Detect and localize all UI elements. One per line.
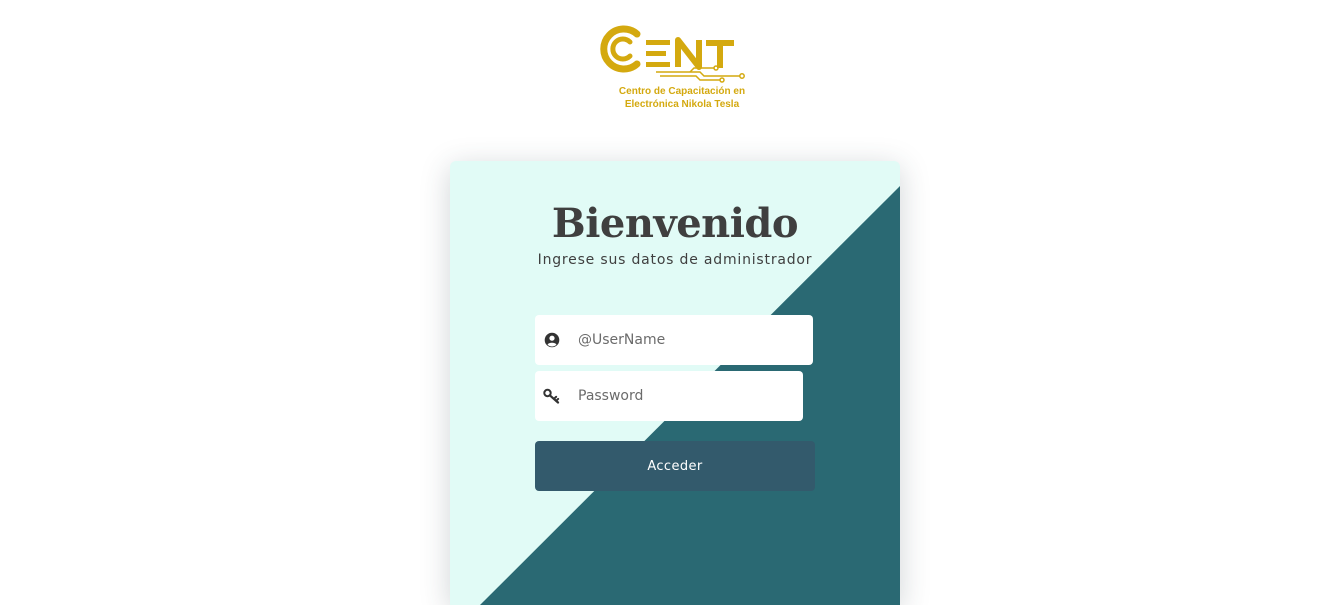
username-input[interactable] (578, 316, 798, 364)
brand-tagline-line-1: Centro de Capacitación en (618, 86, 746, 97)
password-field (535, 371, 803, 421)
password-input[interactable] (578, 372, 798, 420)
brand-tagline-line-2: Electrónica Nikola Tesla (624, 99, 740, 110)
login-button[interactable]: Acceder (535, 441, 815, 491)
username-field (535, 315, 813, 365)
welcome-title: Bienvenido (551, 200, 799, 247)
brand-logo-mark (600, 25, 745, 83)
user-circle-icon (535, 315, 569, 365)
brand-logo: Centro de Capacitación en Electrónica Ni… (600, 24, 764, 114)
login-card: Bienvenido Ingrese sus datos de administ… (450, 161, 900, 605)
welcome-subtitle: Ingrese sus datos de administrador (537, 252, 813, 268)
key-icon (535, 371, 569, 421)
